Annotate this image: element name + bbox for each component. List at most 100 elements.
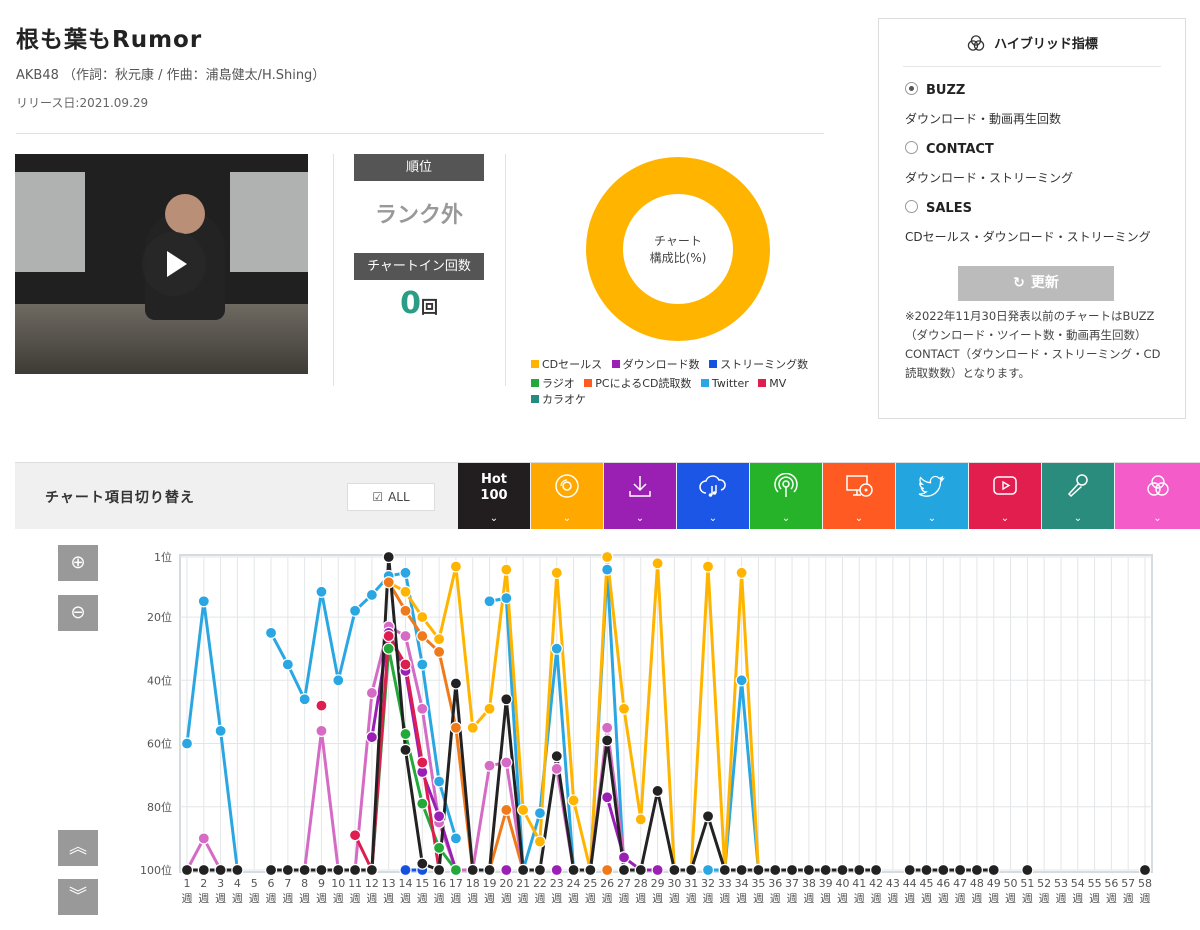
refresh-button[interactable]: ↻ 更新 <box>958 266 1114 301</box>
x-tick-unit: 週 <box>736 892 747 905</box>
x-tick-label: 50 <box>1004 877 1018 890</box>
x-tick-label: 29 <box>651 877 665 890</box>
data-point <box>348 604 362 617</box>
data-point <box>214 863 227 877</box>
data-point <box>970 863 984 877</box>
x-tick-unit: 週 <box>854 892 865 905</box>
x-tick-unit: 週 <box>467 892 478 905</box>
legend-swatch <box>709 360 718 368</box>
x-tick-unit: 週 <box>787 892 798 905</box>
x-tick-label: 34 <box>735 877 749 890</box>
x-tick-unit: 週 <box>753 892 764 905</box>
x-tick-label: 52 <box>1037 877 1051 890</box>
chevron-down-icon: ⌄ <box>781 513 791 524</box>
x-tick-unit: 週 <box>400 892 411 905</box>
radio-button[interactable] <box>905 200 918 213</box>
x-tick-unit: 週 <box>1123 892 1134 905</box>
data-point <box>466 863 479 877</box>
data-point <box>281 658 294 671</box>
hybrid-title: ハイブリッド指標 <box>879 33 1185 52</box>
x-tick-label: 47 <box>953 877 967 890</box>
data-point <box>500 693 513 706</box>
data-point <box>433 841 446 854</box>
x-tick-label: 41 <box>852 877 866 890</box>
radio-label: SALES <box>926 201 972 216</box>
song-title: 根も葉もRumor <box>16 27 203 53</box>
data-point <box>651 557 664 570</box>
radio-sales[interactable]: SALES <box>905 200 972 216</box>
radio-button[interactable] <box>905 141 918 154</box>
data-point <box>601 734 614 747</box>
data-point <box>332 674 345 687</box>
x-tick-label: 22 <box>533 877 547 890</box>
x-tick-label: 44 <box>903 877 917 890</box>
data-point <box>701 810 715 823</box>
checkbox-icon: ☑ <box>372 490 384 504</box>
hybrid-icon <box>967 35 985 51</box>
data-point <box>332 863 345 877</box>
tab-karaoke[interactable]: ⌄ <box>1042 463 1114 530</box>
divider <box>16 133 824 134</box>
x-tick-unit: 週 <box>837 892 848 905</box>
data-point <box>399 585 412 598</box>
chevron-down-icon: ⌄ <box>562 513 572 524</box>
divider <box>903 66 1161 67</box>
data-point <box>433 775 446 788</box>
composition-legend-row2: ラジオ PCによるCD読取数 Twitter MV カラオケ <box>531 375 851 407</box>
legend-item: カラオケ <box>531 393 586 406</box>
x-tick-unit: 週 <box>484 892 495 905</box>
legend-label: MV <box>769 377 787 390</box>
tab-pc-cd[interactable]: ⌄ <box>823 463 895 530</box>
data-point <box>584 863 597 877</box>
donut-label-line1: チャート <box>654 234 702 248</box>
data-point <box>231 863 244 877</box>
legend-swatch <box>611 360 620 368</box>
x-tick-unit: 週 <box>635 892 646 905</box>
x-tick-label: 53 <box>1054 877 1068 890</box>
tab-hot100-title: Hot <box>480 472 508 487</box>
tab-download[interactable]: ⌄ <box>604 463 676 530</box>
x-tick-unit: 週 <box>266 892 277 905</box>
data-point <box>1021 863 1034 877</box>
x-tick-unit: 週 <box>1039 892 1050 905</box>
x-tick-label: 38 <box>802 877 816 890</box>
legend-swatch <box>700 379 709 387</box>
data-point <box>433 810 446 823</box>
x-tick-label: 3 <box>217 877 224 890</box>
radio-contact[interactable]: CONTACT <box>905 141 994 157</box>
tab-mv[interactable]: ⌄ <box>969 463 1041 530</box>
y-tick-label: 1位 <box>154 550 172 564</box>
legend-item: ラジオ <box>531 377 575 390</box>
x-tick-unit: 週 <box>921 892 932 905</box>
tab-hybrid[interactable]: ⌄ <box>1115 463 1200 530</box>
x-tick-unit: 週 <box>703 892 714 905</box>
tab-cd-sales[interactable]: ⌄ <box>531 463 603 530</box>
tab-streaming[interactable]: ⌄ <box>677 463 749 530</box>
data-point <box>416 610 429 624</box>
x-tick-label: 54 <box>1071 877 1085 890</box>
all-checkbox[interactable]: ☑ ALL <box>347 483 435 511</box>
tab-hot100[interactable]: Hot 100 ⌄ <box>458 463 530 530</box>
x-tick-label: 6 <box>268 877 275 890</box>
tab-twitter[interactable]: ⌄ <box>896 463 968 530</box>
radio-button[interactable] <box>905 82 918 95</box>
play-icon[interactable] <box>142 232 206 296</box>
tab-radio[interactable]: ⌄ <box>750 463 822 530</box>
x-tick-label: 27 <box>617 877 631 890</box>
data-point <box>617 851 631 864</box>
pc-disc-icon <box>823 473 895 504</box>
x-tick-label: 2 <box>200 877 207 890</box>
x-tick-label: 11 <box>348 877 362 890</box>
video-thumbnail[interactable] <box>15 154 308 374</box>
x-tick-label: 57 <box>1121 877 1135 890</box>
radio-buzz[interactable]: BUZZ <box>905 82 965 98</box>
data-point <box>533 806 547 820</box>
x-tick-unit: 週 <box>1089 892 1100 905</box>
data-point <box>634 863 647 877</box>
x-tick-unit: 週 <box>719 892 730 905</box>
rank-value: ランク外 <box>374 203 463 228</box>
x-tick-label: 25 <box>583 877 597 890</box>
radio-buzz-desc: ダウンロード・動画再生回数 <box>905 112 1062 126</box>
data-point <box>197 595 210 608</box>
data-point <box>500 803 513 817</box>
